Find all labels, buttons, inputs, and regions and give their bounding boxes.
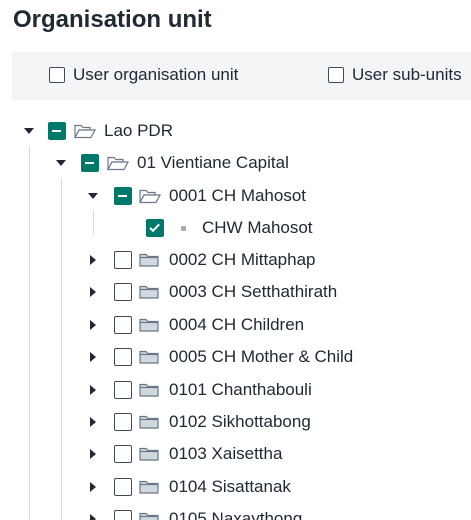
tree-node-checkbox[interactable] [114, 283, 132, 302]
expand-arrow-icon[interactable] [87, 471, 99, 503]
expand-arrow-icon[interactable] [87, 180, 99, 212]
tree-node-label[interactable]: 0102 Sikhottabong [169, 406, 311, 438]
folder-open-icon [107, 147, 129, 179]
tree-node-checkbox[interactable] [114, 413, 132, 431]
tree-node-label[interactable]: 0002 CH Mittaphap [169, 244, 315, 276]
user-org-unit-option[interactable]: User organisation unit [49, 65, 238, 85]
tree-node-checkbox[interactable] [114, 445, 132, 464]
user-sub-units-checkbox[interactable] [328, 67, 344, 83]
tree-node-checkbox[interactable] [114, 510, 132, 520]
folder-open-icon [139, 180, 161, 212]
tree-node-label[interactable]: 0005 CH Mother & Child [169, 341, 353, 373]
folder-closed-icon [139, 406, 161, 438]
tree-node-checkbox[interactable] [114, 315, 132, 334]
expand-arrow-icon[interactable] [87, 244, 99, 276]
expand-arrow-icon[interactable] [87, 503, 99, 520]
tree-node-label[interactable]: 0101 Chanthabouli [169, 374, 312, 406]
leaf-bullet-icon [172, 212, 194, 244]
user-org-unit-label: User organisation unit [73, 65, 239, 84]
page-title: Organisation unit [13, 6, 212, 33]
expand-arrow-icon[interactable] [87, 438, 99, 470]
expand-arrow-icon[interactable] [87, 374, 99, 406]
user-org-unit-checkbox[interactable] [49, 67, 65, 83]
tree-node-label[interactable]: 01 Vientiane Capital [137, 147, 289, 179]
expand-arrow-icon[interactable] [23, 115, 35, 147]
org-unit-options-bar: User organisation unit User sub-units [12, 52, 471, 100]
tree-node-label[interactable]: CHW Mahosot [202, 212, 313, 244]
tree-node-checkbox[interactable] [114, 187, 132, 205]
tree-node-checkbox[interactable] [81, 154, 99, 172]
user-sub-units-label: User sub-units [352, 65, 462, 84]
tree-node-checkbox[interactable] [114, 251, 132, 269]
tree-node-label[interactable]: 0001 CH Mahosot [169, 180, 306, 212]
folder-closed-icon [139, 471, 161, 503]
expand-arrow-icon[interactable] [55, 147, 67, 179]
org-unit-tree: Lao PDR 01 Vientiane Capital 0001 CH Mah… [0, 114, 471, 520]
folder-closed-icon [139, 438, 161, 470]
folder-closed-icon [139, 244, 161, 276]
tree-node-label[interactable]: 0103 Xaisettha [169, 438, 282, 470]
tree-node-label[interactable]: 0003 CH Setthathirath [169, 276, 337, 308]
expand-arrow-icon[interactable] [87, 309, 99, 341]
folder-closed-icon [139, 374, 161, 406]
folder-closed-icon [139, 341, 161, 373]
tree-guide-mahosot [93, 210, 94, 234]
folder-closed-icon [139, 309, 161, 341]
tree-node-label[interactable]: 0104 Sisattanak [169, 471, 291, 503]
user-sub-units-option[interactable]: User sub-units [328, 65, 462, 85]
tree-guide-vientiane [61, 178, 62, 520]
folder-open-icon [74, 115, 96, 147]
expand-arrow-icon[interactable] [87, 406, 99, 438]
tree-node-checkbox[interactable] [146, 219, 164, 237]
tree-node-label[interactable]: 0004 CH Children [169, 309, 304, 341]
tree-node-checkbox[interactable] [114, 477, 132, 496]
expand-arrow-icon[interactable] [87, 276, 99, 308]
tree-guide-root [29, 146, 30, 520]
tree-node-label[interactable]: Lao PDR [104, 115, 173, 147]
folder-closed-icon [139, 276, 161, 308]
tree-node-checkbox[interactable] [48, 122, 66, 140]
tree-node-checkbox[interactable] [114, 380, 132, 399]
tree-node-label[interactable]: 0105 Naxaythong [169, 503, 302, 520]
folder-closed-icon [139, 503, 161, 520]
tree-node-checkbox[interactable] [114, 348, 132, 367]
expand-arrow-icon[interactable] [87, 341, 99, 373]
